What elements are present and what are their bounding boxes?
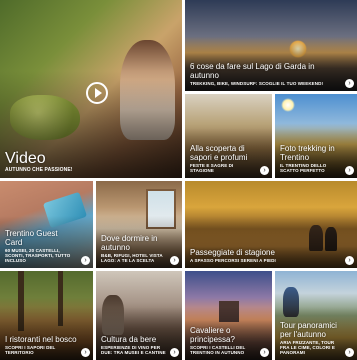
tile-subtitle: 60 musei, 20 castelli, sconti, trasporti… — [5, 248, 71, 263]
arrow-right-icon[interactable]: › — [81, 348, 90, 357]
tile-subtitle: Scopri i sapori del territorio — [5, 345, 56, 355]
tile-title: Tour panoramici per l'autunno — [280, 321, 337, 339]
arrow-right-icon[interactable]: › — [345, 79, 354, 88]
sun-image — [281, 98, 295, 112]
tile-title: I ristoranti nel bosco — [5, 335, 77, 344]
tile-video[interactable]: Video Autunno che passione! — [0, 0, 182, 178]
play-icon[interactable] — [86, 82, 108, 104]
arrow-right-icon[interactable]: › — [170, 348, 179, 357]
tile-title: Passeggiate di stagione — [190, 248, 275, 257]
tile-guest-card[interactable]: Trentino Guest Card 60 musei, 20 castell… — [0, 181, 93, 268]
tile-subtitle: Feste e sagre di stagione — [190, 163, 234, 173]
tile-title: Cavaliere o principessa? — [190, 326, 235, 344]
arrow-right-icon[interactable]: › — [345, 166, 354, 175]
tile-title: Alla scoperta di sapori e profumi — [190, 144, 248, 162]
tile-title: Trentino Guest Card — [5, 229, 58, 247]
tile-subtitle: A spasso percorsi sereni a piedi — [190, 258, 276, 263]
tile-tour-panoramici[interactable]: Tour panoramici per l'autunno Aria frizz… — [275, 271, 357, 360]
tile-castelli[interactable]: Cavaliere o principessa? Scopri i castel… — [185, 271, 272, 360]
tile-subtitle: Esperienze di vino per due: tra musei e … — [101, 345, 166, 355]
tile-title: Cultura da bere — [101, 335, 157, 344]
tile-title: Foto trekking in Trentino — [280, 144, 335, 162]
tile-subtitle: Trekking, bike, windsurf: scoglie il tuo… — [190, 81, 324, 86]
tile-cultura-da-bere[interactable]: Cultura da bere Esperienze di vino per d… — [96, 271, 182, 360]
tile-subtitle: Aria frizzante, tour fra le cime, colori… — [280, 340, 335, 355]
tile-title: 6 cose da fare sul Lago di Garda in autu… — [190, 62, 315, 80]
tile-subtitle: Autunno che passione! — [5, 167, 73, 173]
tile-subtitle: B&B, rifugi, hotel vista lago: a te la s… — [101, 253, 163, 263]
tile-subtitle: Scopri i castelli del Trentino in autunn… — [190, 345, 246, 355]
tile-dove-dormire[interactable]: Dove dormire in autunno B&B, rifugi, hot… — [96, 181, 182, 268]
tile-lago-di-garda[interactable]: 6 cose da fare sul Lago di Garda in autu… — [185, 0, 357, 91]
tile-passeggiate[interactable]: Passeggiate di stagione A spasso percors… — [185, 181, 357, 268]
tile-title: Video — [5, 150, 46, 167]
tile-subtitle: Il Trentino dello scatto perfetto — [280, 163, 327, 173]
tile-sapori-profumi[interactable]: Alla scoperta di sapori e profumi Feste … — [185, 94, 272, 178]
arrow-right-icon[interactable]: › — [81, 256, 90, 265]
tile-ristoranti-bosco[interactable]: I ristoranti nel bosco Scopri i sapori d… — [0, 271, 93, 360]
arrow-right-icon[interactable]: › — [345, 256, 354, 265]
arrow-right-icon[interactable]: › — [170, 256, 179, 265]
arrow-right-icon[interactable]: › — [260, 166, 269, 175]
tile-foto-trekking[interactable]: Foto trekking in Trentino Il Trentino de… — [275, 94, 357, 178]
arrow-right-icon[interactable]: › — [345, 348, 354, 357]
tile-title: Dove dormire in autunno — [101, 234, 158, 252]
arrow-right-icon[interactable]: › — [260, 348, 269, 357]
